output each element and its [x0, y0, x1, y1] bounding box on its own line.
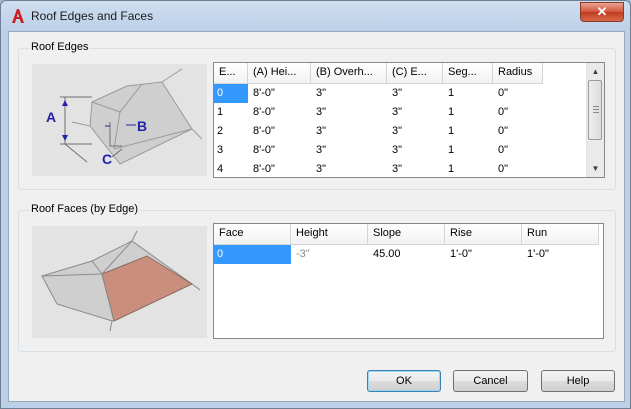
cell-edge[interactable]: 0	[214, 84, 248, 103]
cell-overhang[interactable]: 3"	[313, 103, 326, 122]
ok-button[interactable]: OK	[367, 370, 441, 392]
faces-col-height[interactable]: Height	[291, 224, 368, 245]
cell-e[interactable]: 3"	[389, 84, 402, 103]
cell-segments[interactable]: 1	[445, 160, 454, 177]
roof-edges-label: Roof Edges	[29, 41, 91, 53]
cell-edge[interactable]: 1	[214, 103, 223, 122]
dialog-window: Roof Edges and Faces ✕ Roof Edges A B C …	[0, 0, 631, 409]
diagram-label-a: A	[46, 109, 56, 125]
cancel-button[interactable]: Cancel	[453, 370, 528, 392]
cell-height[interactable]: 8'-0"	[250, 141, 275, 160]
window-title: Roof Edges and Faces	[31, 9, 154, 23]
faces-col-rise[interactable]: Rise	[445, 224, 522, 245]
dialog-body: Roof Edges A B C E... (A) Hei... (B) Ove…	[8, 31, 625, 402]
cell-run[interactable]: 1'-0"	[524, 245, 549, 264]
help-button[interactable]: Help	[541, 370, 615, 392]
cell-overhang[interactable]: 3"	[313, 141, 326, 160]
edges-vertical-scrollbar[interactable]: ▲ ▼	[586, 63, 604, 177]
cell-overhang[interactable]: 3"	[313, 122, 326, 141]
roof-faces-table[interactable]: Face Height Slope Rise Run 0 -3" 45.00 1…	[213, 223, 604, 339]
roof-edges-diagram: A B C	[32, 64, 207, 176]
cell-edge[interactable]: 4	[214, 160, 223, 177]
cell-segments[interactable]: 1	[445, 141, 454, 160]
cell-e[interactable]: 3"	[389, 122, 402, 141]
cell-segments[interactable]: 1	[445, 103, 454, 122]
roof-face-illustration	[41, 230, 201, 332]
cell-overhang[interactable]: 3"	[313, 160, 326, 177]
faces-col-run[interactable]: Run	[522, 224, 599, 245]
cell-face[interactable]: 0	[214, 245, 291, 264]
cell-e[interactable]: 3"	[389, 103, 402, 122]
roof-faces-label: Roof Faces (by Edge)	[29, 203, 140, 215]
close-icon: ✕	[596, 4, 608, 19]
edges-col-radius[interactable]: Radius	[493, 63, 543, 84]
cell-height[interactable]: 8'-0"	[250, 160, 275, 177]
cell-rise[interactable]: 1'-0"	[447, 245, 472, 264]
edges-col-segments[interactable]: Seg...	[443, 63, 493, 84]
cell-e[interactable]: 3"	[389, 141, 402, 160]
cell-slope[interactable]: 45.00	[370, 245, 401, 264]
roof-edges-table[interactable]: E... (A) Hei... (B) Overh... (C) E... Se…	[213, 62, 605, 178]
scroll-up-icon[interactable]: ▲	[587, 63, 604, 80]
diagram-label-b: B	[137, 118, 147, 134]
roof-faces-diagram	[32, 226, 207, 338]
cell-edge[interactable]: 3	[214, 141, 223, 160]
edges-col-edge[interactable]: E...	[214, 63, 248, 84]
faces-col-face[interactable]: Face	[214, 224, 291, 245]
autocad-app-icon	[12, 9, 24, 23]
cell-radius[interactable]: 0"	[495, 160, 508, 177]
cell-segments[interactable]: 1	[445, 122, 454, 141]
cell-radius[interactable]: 0"	[495, 122, 508, 141]
cell-segments[interactable]: 1	[445, 84, 454, 103]
cell-radius[interactable]: 0"	[495, 84, 508, 103]
cell-height[interactable]: 8'-0"	[250, 84, 275, 103]
roof-edge-dimension-illustration: A B C	[46, 68, 203, 167]
edges-col-height[interactable]: (A) Hei...	[248, 63, 311, 84]
cell-radius[interactable]: 0"	[495, 103, 508, 122]
edges-col-e[interactable]: (C) E...	[387, 63, 443, 84]
scroll-down-icon[interactable]: ▼	[587, 160, 604, 177]
cell-height[interactable]: 8'-0"	[250, 103, 275, 122]
cell-overhang[interactable]: 3"	[313, 84, 326, 103]
close-button[interactable]: ✕	[580, 2, 624, 22]
diagram-label-c: C	[102, 151, 112, 167]
cell-radius[interactable]: 0"	[495, 141, 508, 160]
cell-e[interactable]: 3"	[389, 160, 402, 177]
cell-height[interactable]: 8'-0"	[250, 122, 275, 141]
title-bar[interactable]: Roof Edges and Faces ✕	[1, 1, 630, 31]
scroll-thumb[interactable]	[588, 80, 602, 140]
faces-col-slope[interactable]: Slope	[368, 224, 445, 245]
cell-height: -3"	[296, 248, 310, 260]
edges-col-overhang[interactable]: (B) Overh...	[311, 63, 387, 84]
cell-edge[interactable]: 2	[214, 122, 223, 141]
